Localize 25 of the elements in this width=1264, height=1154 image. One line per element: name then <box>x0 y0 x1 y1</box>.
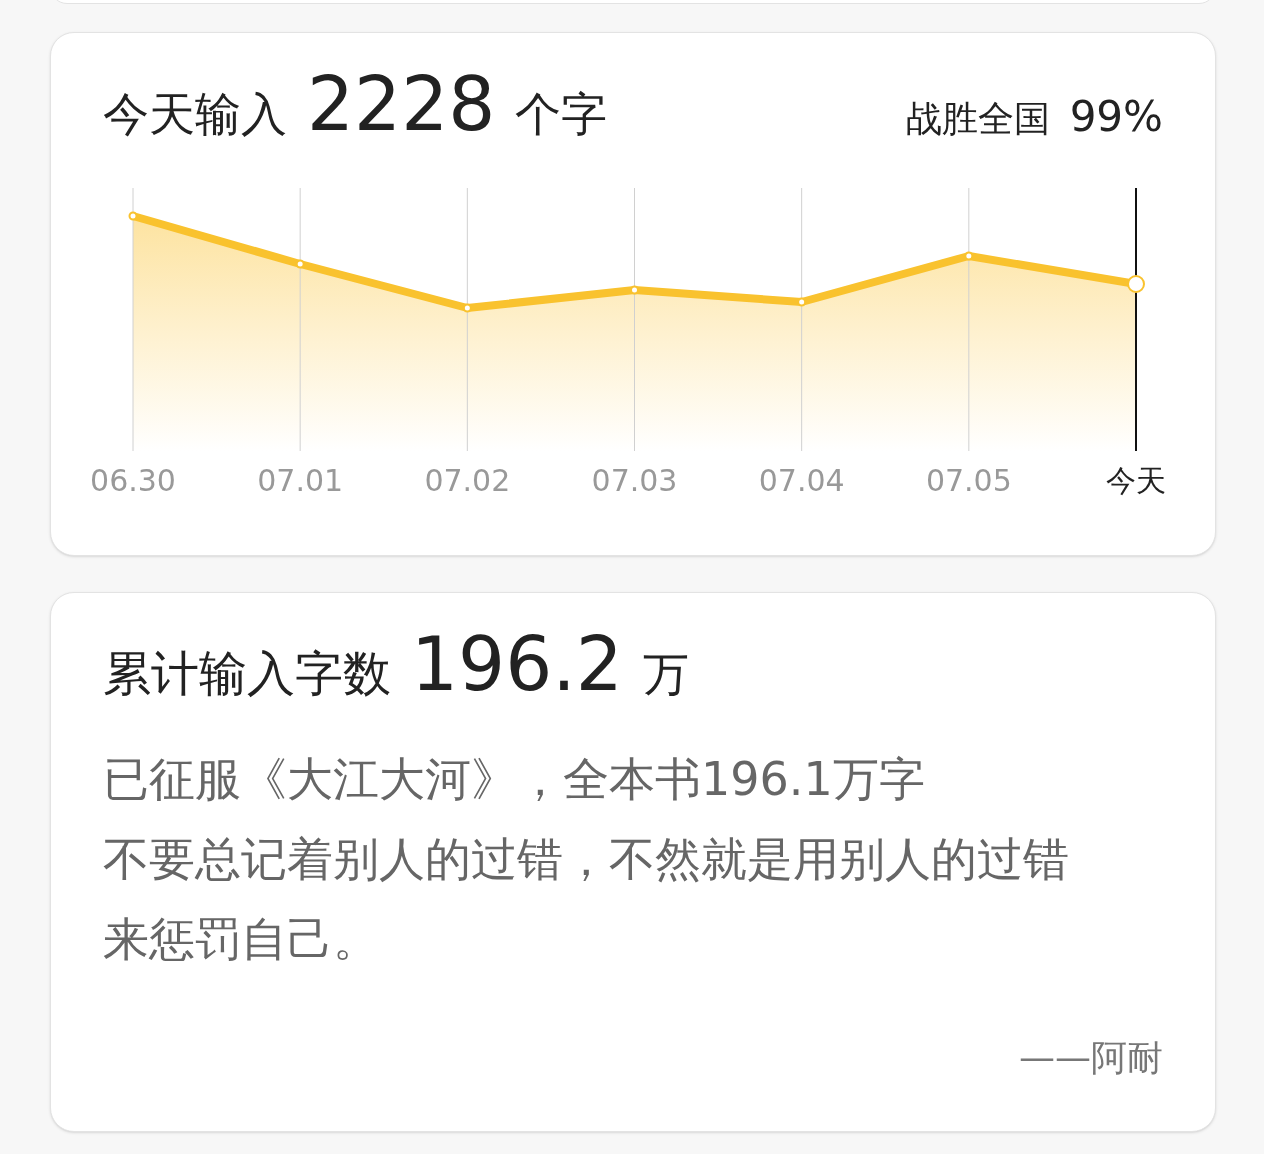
count-unit: 个字 <box>515 86 608 143</box>
rank-value: 99% <box>1069 91 1163 143</box>
data-point <box>630 285 639 295</box>
date-label: 07.01 <box>257 463 344 498</box>
data-point <box>128 211 138 221</box>
date-label: 07.02 <box>424 463 511 498</box>
date-label: 07.05 <box>925 463 1012 498</box>
total-label: 累计输入字数 <box>103 644 391 703</box>
quote-text: 已征服《大江大河》，全本书196.1万字 <box>103 751 926 808</box>
data-point <box>964 251 974 261</box>
quote-text: 不要总记着别人的过错，不然就是用别人的过错来惩罚自己。 <box>103 831 1070 968</box>
date-label: 07.03 <box>591 463 678 498</box>
rank-label: 战胜全国 <box>905 97 1050 141</box>
date-label: 07.04 <box>758 463 845 498</box>
today-count: 2228 <box>307 67 496 141</box>
data-point <box>1127 275 1145 293</box>
total-count: 196.2 <box>411 627 623 701</box>
today-label: 今天输入 <box>103 86 287 143</box>
total-unit: 万 <box>642 646 689 703</box>
data-point <box>462 303 472 313</box>
quote-attribution: ——阿耐 <box>1019 1036 1163 1080</box>
data-point <box>295 259 305 269</box>
date-label: 06.30 <box>90 463 176 498</box>
date-label: 今天 <box>1106 463 1166 498</box>
data-point <box>797 297 807 307</box>
